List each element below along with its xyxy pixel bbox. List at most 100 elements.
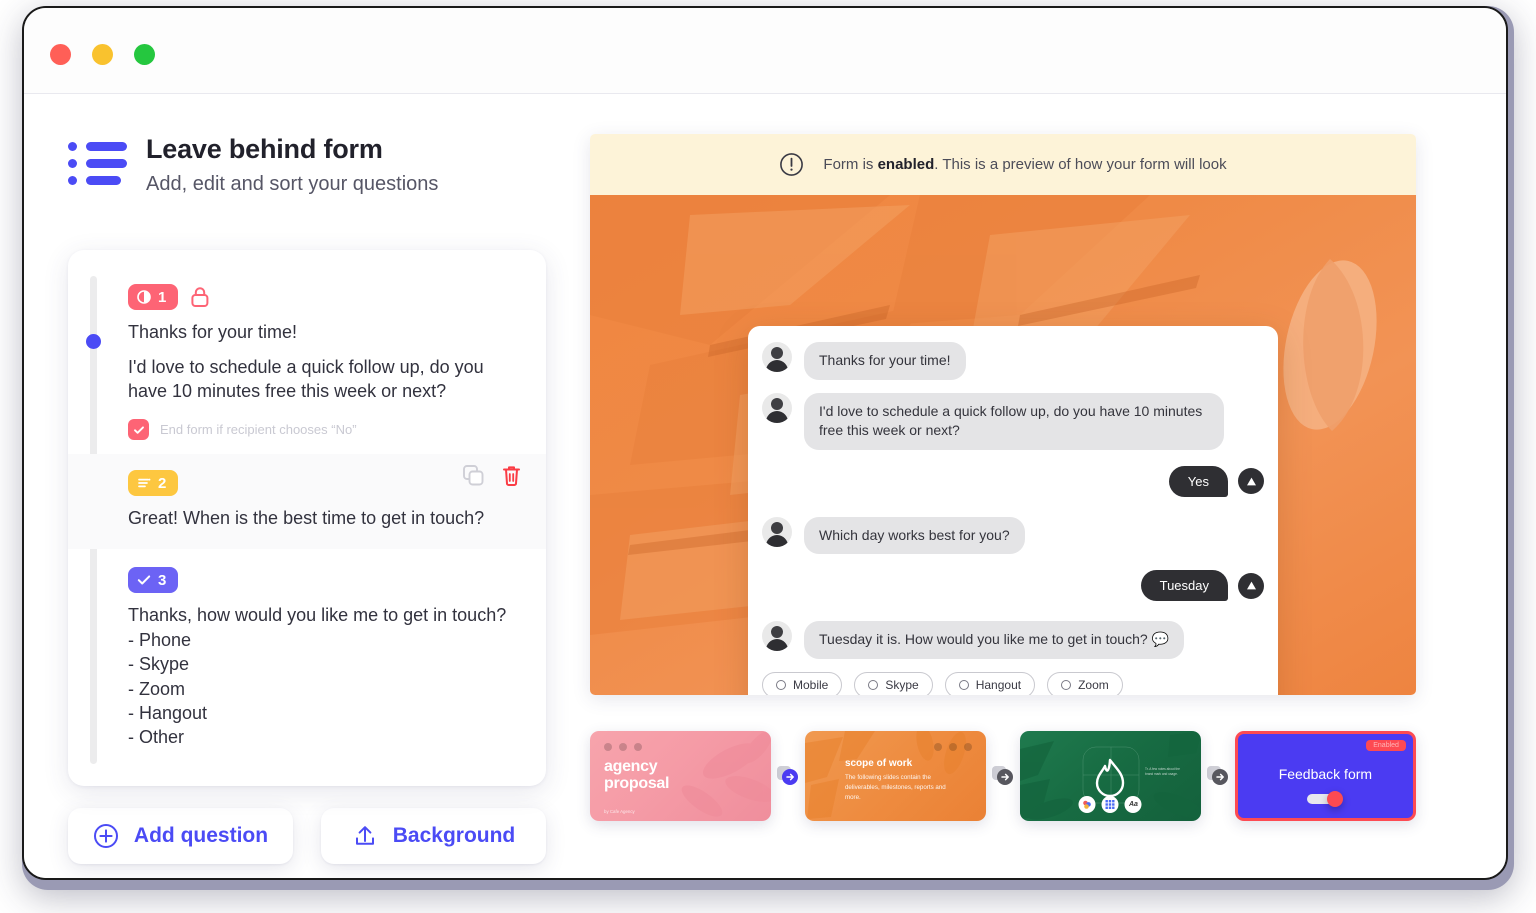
question-item-3[interactable]: 3 Thanks, how would you like me to get i… <box>68 549 546 764</box>
thumbnail-footer: by Cafe Agency <box>604 809 635 814</box>
question-3-choice-3: - Zoom <box>128 678 186 699</box>
question-1-badge: 1 <box>128 284 179 311</box>
maximize-button[interactable] <box>134 44 155 65</box>
option-label: Zoom <box>1078 677 1109 692</box>
question-3-number: 3 <box>158 571 167 589</box>
thumbnail-title: scope of work <box>844 758 913 769</box>
question-item-1[interactable]: 1 Thanks for your time! I'd love to sche… <box>68 276 546 454</box>
app-shell: Leave behind form Add, edit and sort you… <box>22 6 1514 890</box>
thumbnail-scope-of-work[interactable]: scope of work The following slides conta… <box>804 731 987 821</box>
banner-text-bold: enabled <box>877 156 935 173</box>
question-item-2[interactable]: 2 Great! When is the best time to get in… <box>68 454 546 550</box>
question-1-line2: I'd love to schedule a quick follow up, … <box>128 356 484 401</box>
plus-circle-icon <box>93 823 118 848</box>
window-titlebar <box>24 8 1506 94</box>
duplicate-icon[interactable] <box>462 464 485 487</box>
question-2-number: 2 <box>158 474 167 492</box>
slide-link-icon-1[interactable] <box>771 765 805 787</box>
check-icon <box>133 426 144 434</box>
question-3-badge: 3 <box>128 567 179 594</box>
question-3-choice-5: - Other <box>128 727 185 748</box>
chat-answer-bubble: Yes <box>1168 465 1228 497</box>
exclamation-circle-icon <box>780 153 804 176</box>
close-button[interactable] <box>50 44 71 65</box>
preview-banner: Form is enabled. This is a preview of ho… <box>590 134 1416 195</box>
palette-icon <box>1078 796 1096 813</box>
avatar <box>762 342 792 372</box>
open-text-icon <box>138 478 151 488</box>
chat-bubble: Thanks for your time! <box>804 342 966 380</box>
chat-answer-bubble: Tuesday <box>1140 570 1228 602</box>
app-window: Leave behind form Add, edit and sort you… <box>22 6 1508 880</box>
banner-text-before: Form is <box>823 156 878 173</box>
chat-option-skype[interactable]: Skype <box>854 671 933 695</box>
chat-message-bot-3: Which day works best for you? <box>762 516 1264 555</box>
option-label: Mobile <box>793 677 829 692</box>
avatar <box>762 621 792 652</box>
slide-link-icon <box>991 766 1013 785</box>
chat-bubble: I'd love to schedule a quick follow up, … <box>804 392 1224 450</box>
chat-option-list: Mobile Skype Hangout Zoom <box>762 671 1264 695</box>
chat-option-hangout[interactable]: Hangout <box>944 671 1036 695</box>
radio-icon <box>868 679 879 690</box>
typography-icon: Aa <box>1124 796 1142 813</box>
preview-panel: Form is enabled. This is a preview of ho… <box>590 134 1416 821</box>
question-3-choice-1: - Phone <box>128 629 192 650</box>
slide-link-icon-2[interactable] <box>986 765 1020 787</box>
slide-link-icon <box>777 766 799 785</box>
thumbnail-brand-mark[interactable]: Tr. A few notes about the brand mark and… <box>1019 731 1201 821</box>
minimize-button[interactable] <box>92 44 113 65</box>
background-button[interactable]: Background <box>321 807 546 864</box>
radio-icon <box>958 679 969 690</box>
bulleted-list-icon <box>68 142 127 188</box>
chat-option-zoom[interactable]: Zoom <box>1047 671 1123 695</box>
thumbnail-feedback-form[interactable]: Enabled Feedback form <box>1234 731 1416 821</box>
option-label: Skype <box>885 677 919 692</box>
chat-message-bot-2: I'd love to schedule a quick follow up, … <box>762 392 1264 450</box>
delete-icon[interactable] <box>501 464 522 487</box>
multiple-choice-icon <box>137 575 151 585</box>
background-label: Background <box>392 823 516 847</box>
thumbnail-title: Feedback form <box>1278 766 1373 782</box>
answer-sent-indicator <box>1238 572 1264 599</box>
chat-message-bot-4: Tuesday it is. How would you like me to … <box>762 621 1264 659</box>
question-3-line1: Thanks, how would you like me to get in … <box>128 605 507 626</box>
question-1-end-option[interactable]: End form if recipient chooses “No” <box>128 419 522 441</box>
banner-text-after: . This is a preview of how your form wil… <box>934 156 1227 173</box>
app-content: Leave behind form Add, edit and sort you… <box>24 94 1506 878</box>
thumbnail-agency-proposal[interactable]: agency proposal by Cafe Agency <box>590 731 772 821</box>
panel-header: Leave behind form Add, edit and sort you… <box>68 134 568 196</box>
lock-icon[interactable] <box>190 286 210 308</box>
question-1-badge-row: 1 <box>128 284 522 311</box>
chat-option-mobile[interactable]: Mobile <box>762 671 843 695</box>
flame-icon <box>1096 758 1125 798</box>
question-3-choice-4: - Hangout <box>128 702 208 723</box>
chat-message-bot-1: Thanks for your time! <box>762 342 1264 380</box>
triangle-up-icon <box>1246 477 1256 486</box>
question-3-badge-row: 3 <box>128 567 522 594</box>
upload-icon <box>355 825 374 845</box>
chat-answer-1: Yes <box>762 465 1264 497</box>
form-enabled-toggle[interactable] <box>1307 791 1344 807</box>
avatar <box>762 516 792 547</box>
question-editor-panel: Leave behind form Add, edit and sort you… <box>68 134 568 864</box>
editor-action-buttons: Add question Background <box>68 807 546 864</box>
end-form-checkbox[interactable] <box>128 419 149 441</box>
avatar <box>762 392 792 423</box>
thumbnail-chips: Aa <box>1078 796 1142 813</box>
slide-link-icon <box>1206 766 1228 785</box>
grid-icon <box>1101 796 1119 813</box>
form-preview: Form is enabled. This is a preview of ho… <box>590 134 1416 695</box>
add-question-button[interactable]: Add question <box>68 807 293 864</box>
page-subtitle: Add, edit and sort your questions <box>146 173 439 196</box>
slide-thumbnail-strip: agency proposal by Cafe Agency scope of … <box>590 731 1416 821</box>
chat-bubble: Tuesday it is. How would you like me to … <box>804 621 1184 659</box>
question-1-number: 1 <box>158 288 167 306</box>
chat-bubble: Which day works best for you? <box>804 516 1025 555</box>
radio-icon <box>776 679 786 690</box>
question-3-choice-2: - Skype <box>128 654 190 675</box>
answer-sent-indicator <box>1238 468 1264 495</box>
triangle-up-icon <box>1246 581 1256 590</box>
radio-icon <box>1061 679 1072 690</box>
slide-link-icon-3[interactable] <box>1201 765 1235 787</box>
